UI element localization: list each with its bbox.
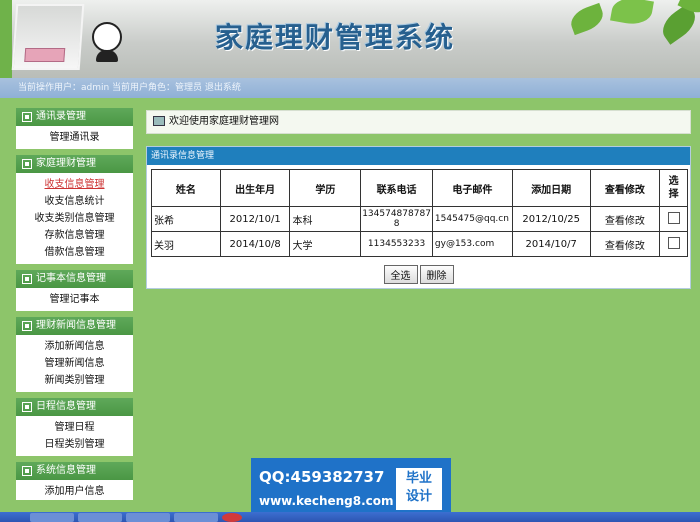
expand-icon <box>22 159 32 169</box>
sidebar: 通讯录管理 管理通讯录 家庭理财管理 收支信息管理 收支信息统计 收支类别信息管… <box>16 108 133 506</box>
sidebar-group-finance: 家庭理财管理 收支信息管理 收支信息统计 收支类别信息管理 存款信息管理 借款信… <box>16 155 133 264</box>
sidebar-item-income-stats[interactable]: 收支信息统计 <box>16 193 133 210</box>
cell-phone: 1134553233 <box>360 231 433 257</box>
cell-select <box>659 231 688 257</box>
sidebar-group-header[interactable]: 家庭理财管理 <box>16 155 133 173</box>
col-birth: 出生年月 <box>219 169 291 207</box>
browser-icon[interactable] <box>222 513 242 522</box>
expand-icon <box>22 274 32 284</box>
select-all-button[interactable]: 全选 <box>383 265 418 284</box>
user-info-bar: 当前操作用户：admin 当前用户角色：管理员 退出系统 <box>0 78 700 98</box>
watermark-qq: QQ:459382737 <box>259 468 385 486</box>
col-email: 电子邮件 <box>431 169 513 207</box>
sidebar-group-title: 记事本信息管理 <box>36 273 106 284</box>
view-edit-link[interactable]: 查看修改 <box>589 206 661 232</box>
cell-name: 关羽 <box>151 231 221 257</box>
cell-phone: 134574878787​8 <box>360 206 433 232</box>
watermark-site: www.kecheng8.com <box>259 494 394 508</box>
table-header-row: 姓名 出生年月 学历 联系电话 电子邮件 添加日期 查看修改 选择 <box>151 169 688 207</box>
watermark-overlay: QQ:459382737 www.kecheng8.com 毕业 设计 <box>251 458 451 516</box>
taskbar <box>0 512 700 522</box>
sidebar-group-system: 系统信息管理 添加用户信息 <box>16 462 133 500</box>
col-name: 姓名 <box>151 169 221 207</box>
sidebar-group-header[interactable]: 理财新闻信息管理 <box>16 317 133 335</box>
cell-added-date: 2014/10/7 <box>511 231 591 257</box>
sidebar-item-add-user[interactable]: 添加用户信息 <box>16 480 133 500</box>
taskbar-app[interactable] <box>78 513 122 522</box>
welcome-text: 欢迎使用家庭理财管理网 <box>169 116 279 127</box>
watermark-badge: 毕业 设计 <box>396 468 442 510</box>
cell-email: 1545475@qq.cn <box>431 206 513 232</box>
taskbar-app[interactable] <box>30 513 74 522</box>
expand-icon <box>22 466 32 476</box>
expand-icon <box>22 321 32 331</box>
sidebar-group-header[interactable]: 记事本信息管理 <box>16 270 133 288</box>
col-education: 学历 <box>289 169 362 207</box>
leaves-decoration <box>550 0 700 54</box>
col-select-label: 选择 <box>668 176 679 200</box>
sidebar-item-manage-news[interactable]: 管理新闻信息 <box>16 355 133 372</box>
sidebar-item-manage-contacts[interactable]: 管理通讯录 <box>16 126 133 149</box>
cell-select <box>659 206 688 232</box>
sidebar-group-contacts: 通讯录管理 管理通讯录 <box>16 108 133 149</box>
col-select: 选择 <box>659 169 688 207</box>
main-content: 欢迎使用家庭理财管理网 通讯录信息管理 姓名 出生年月 学历 联系电话 电子邮件… <box>146 110 691 289</box>
app-title: 家庭理财管理系统 <box>215 21 456 54</box>
piggy-bank-illustration <box>24 48 66 62</box>
expand-icon <box>22 112 32 122</box>
sidebar-group-schedule: 日程信息管理 管理日程 日程类别管理 <box>16 398 133 456</box>
sidebar-item-add-news[interactable]: 添加新闻信息 <box>16 335 133 355</box>
cell-name: 张希 <box>151 206 221 232</box>
avatar-icon <box>92 22 122 62</box>
contacts-panel: 通讯录信息管理 姓名 出生年月 学历 联系电话 电子邮件 添加日期 查看修改 选… <box>146 146 691 289</box>
sidebar-group-title: 家庭理财管理 <box>36 158 96 169</box>
contacts-table: 姓名 出生年月 学历 联系电话 电子邮件 添加日期 查看修改 选择 张希 201… <box>151 169 688 257</box>
sidebar-item-news-category[interactable]: 新闻类别管理 <box>16 372 133 392</box>
watermark-badge-line1: 毕业 <box>405 471 432 486</box>
taskbar-app[interactable] <box>174 513 218 522</box>
sidebar-group-title: 系统信息管理 <box>36 465 96 476</box>
row-checkbox[interactable] <box>667 236 680 249</box>
welcome-bar: 欢迎使用家庭理财管理网 <box>146 110 691 134</box>
sidebar-item-category[interactable]: 收支类别信息管理 <box>16 210 133 227</box>
sidebar-group-title: 理财新闻信息管理 <box>36 320 116 331</box>
cell-education: 本科 <box>289 206 362 232</box>
sidebar-item-income-expense[interactable]: 收支信息管理 <box>16 173 133 193</box>
sidebar-item-deposit[interactable]: 存款信息管理 <box>16 227 133 244</box>
sidebar-group-news: 理财新闻信息管理 添加新闻信息 管理新闻信息 新闻类别管理 <box>16 317 133 392</box>
cell-added-date: 2012/10/25 <box>511 206 591 232</box>
sidebar-item-loan[interactable]: 借款信息管理 <box>16 244 133 264</box>
cell-birth: 2012/10/1 <box>219 206 291 232</box>
sidebar-group-title: 日程信息管理 <box>36 401 96 412</box>
sidebar-item-manage-notes[interactable]: 管理记事本 <box>16 288 133 311</box>
delete-button[interactable]: 删除 <box>419 265 454 284</box>
book-icon <box>153 116 165 126</box>
sidebar-group-header[interactable]: 通讯录管理 <box>16 108 133 126</box>
col-view-edit: 查看修改 <box>589 169 661 207</box>
row-checkbox[interactable] <box>667 211 680 224</box>
sidebar-group-notes: 记事本信息管理 管理记事本 <box>16 270 133 311</box>
col-phone: 联系电话 <box>360 169 433 207</box>
cell-birth: 2014/10/8 <box>219 231 291 257</box>
watermark-badge-line2: 设计 <box>405 489 432 504</box>
taskbar-app[interactable] <box>126 513 170 522</box>
panel-title: 通讯录信息管理 <box>147 147 690 165</box>
table-row: 关羽 2014/10/8 大学 1134553233 gy@153.com 20… <box>151 231 688 257</box>
view-edit-link[interactable]: 查看修改 <box>589 231 661 257</box>
sidebar-item-manage-schedule[interactable]: 管理日程 <box>16 416 133 436</box>
banner-green-strip <box>0 0 12 78</box>
user-info-text: 当前操作用户：admin 当前用户角色：管理员 退出系统 <box>18 83 241 93</box>
expand-icon <box>22 402 32 412</box>
header-banner: 家庭理财管理系统 <box>0 0 700 78</box>
action-buttons: 全选 删除 <box>147 263 690 288</box>
table-row: 张希 2012/10/1 本科 134574878787​8 1545475@q… <box>151 206 688 232</box>
sidebar-group-header[interactable]: 日程信息管理 <box>16 398 133 416</box>
sidebar-item-schedule-category[interactable]: 日程类别管理 <box>16 436 133 456</box>
sidebar-group-header[interactable]: 系统信息管理 <box>16 462 133 480</box>
cell-education: 大学 <box>289 231 362 257</box>
window-illustration <box>11 4 85 70</box>
col-added-date: 添加日期 <box>511 169 591 207</box>
sidebar-group-title: 通讯录管理 <box>36 111 86 122</box>
cell-email: gy@153.com <box>431 231 513 257</box>
